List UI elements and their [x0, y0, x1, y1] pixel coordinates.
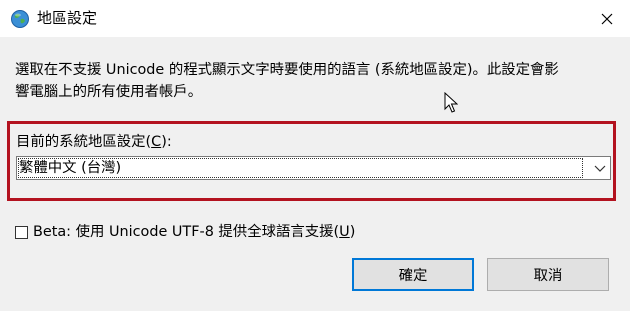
- dialog-body: 選取在不支援 Unicode 的程式顯示文字時要使用的語言 (系統地區設定)。此…: [0, 37, 630, 311]
- window-title: 地區設定: [37, 9, 98, 27]
- locale-label: 目前的系統地區設定(C):: [16, 133, 172, 151]
- title-bar: 地區設定: [0, 0, 630, 37]
- locale-label-prefix: 目前的系統地區設定(: [16, 134, 152, 150]
- close-button[interactable]: [584, 0, 630, 37]
- mouse-cursor-icon: [444, 92, 458, 113]
- locale-label-access-key: C: [151, 134, 162, 150]
- beta-label-suffix: ): [349, 224, 356, 240]
- description-text: 選取在不支援 Unicode 的程式顯示文字時要使用的語言 (系統地區設定)。此…: [15, 62, 559, 100]
- beta-label-access-key: U: [339, 224, 350, 240]
- beta-utf8-checkbox[interactable]: [15, 225, 28, 239]
- locale-label-suffix: ):: [161, 134, 172, 150]
- beta-utf8-option[interactable]: Beta: 使用 Unicode UTF-8 提供全球語言支援(U): [15, 223, 355, 241]
- cancel-button[interactable]: 取消: [487, 258, 609, 291]
- globe-icon: [10, 9, 30, 29]
- beta-utf8-label[interactable]: Beta: 使用 Unicode UTF-8 提供全球語言支援(U): [33, 223, 355, 241]
- ok-button[interactable]: 確定: [352, 258, 474, 291]
- close-icon: [601, 13, 613, 24]
- chevron-down-icon[interactable]: [594, 163, 606, 173]
- beta-label-prefix: Beta: 使用 Unicode UTF-8 提供全球語言支援(: [33, 224, 340, 240]
- locale-dropdown[interactable]: 繁體中文 (台灣): [16, 156, 611, 180]
- locale-selected-value: 繁體中文 (台灣): [18, 158, 583, 178]
